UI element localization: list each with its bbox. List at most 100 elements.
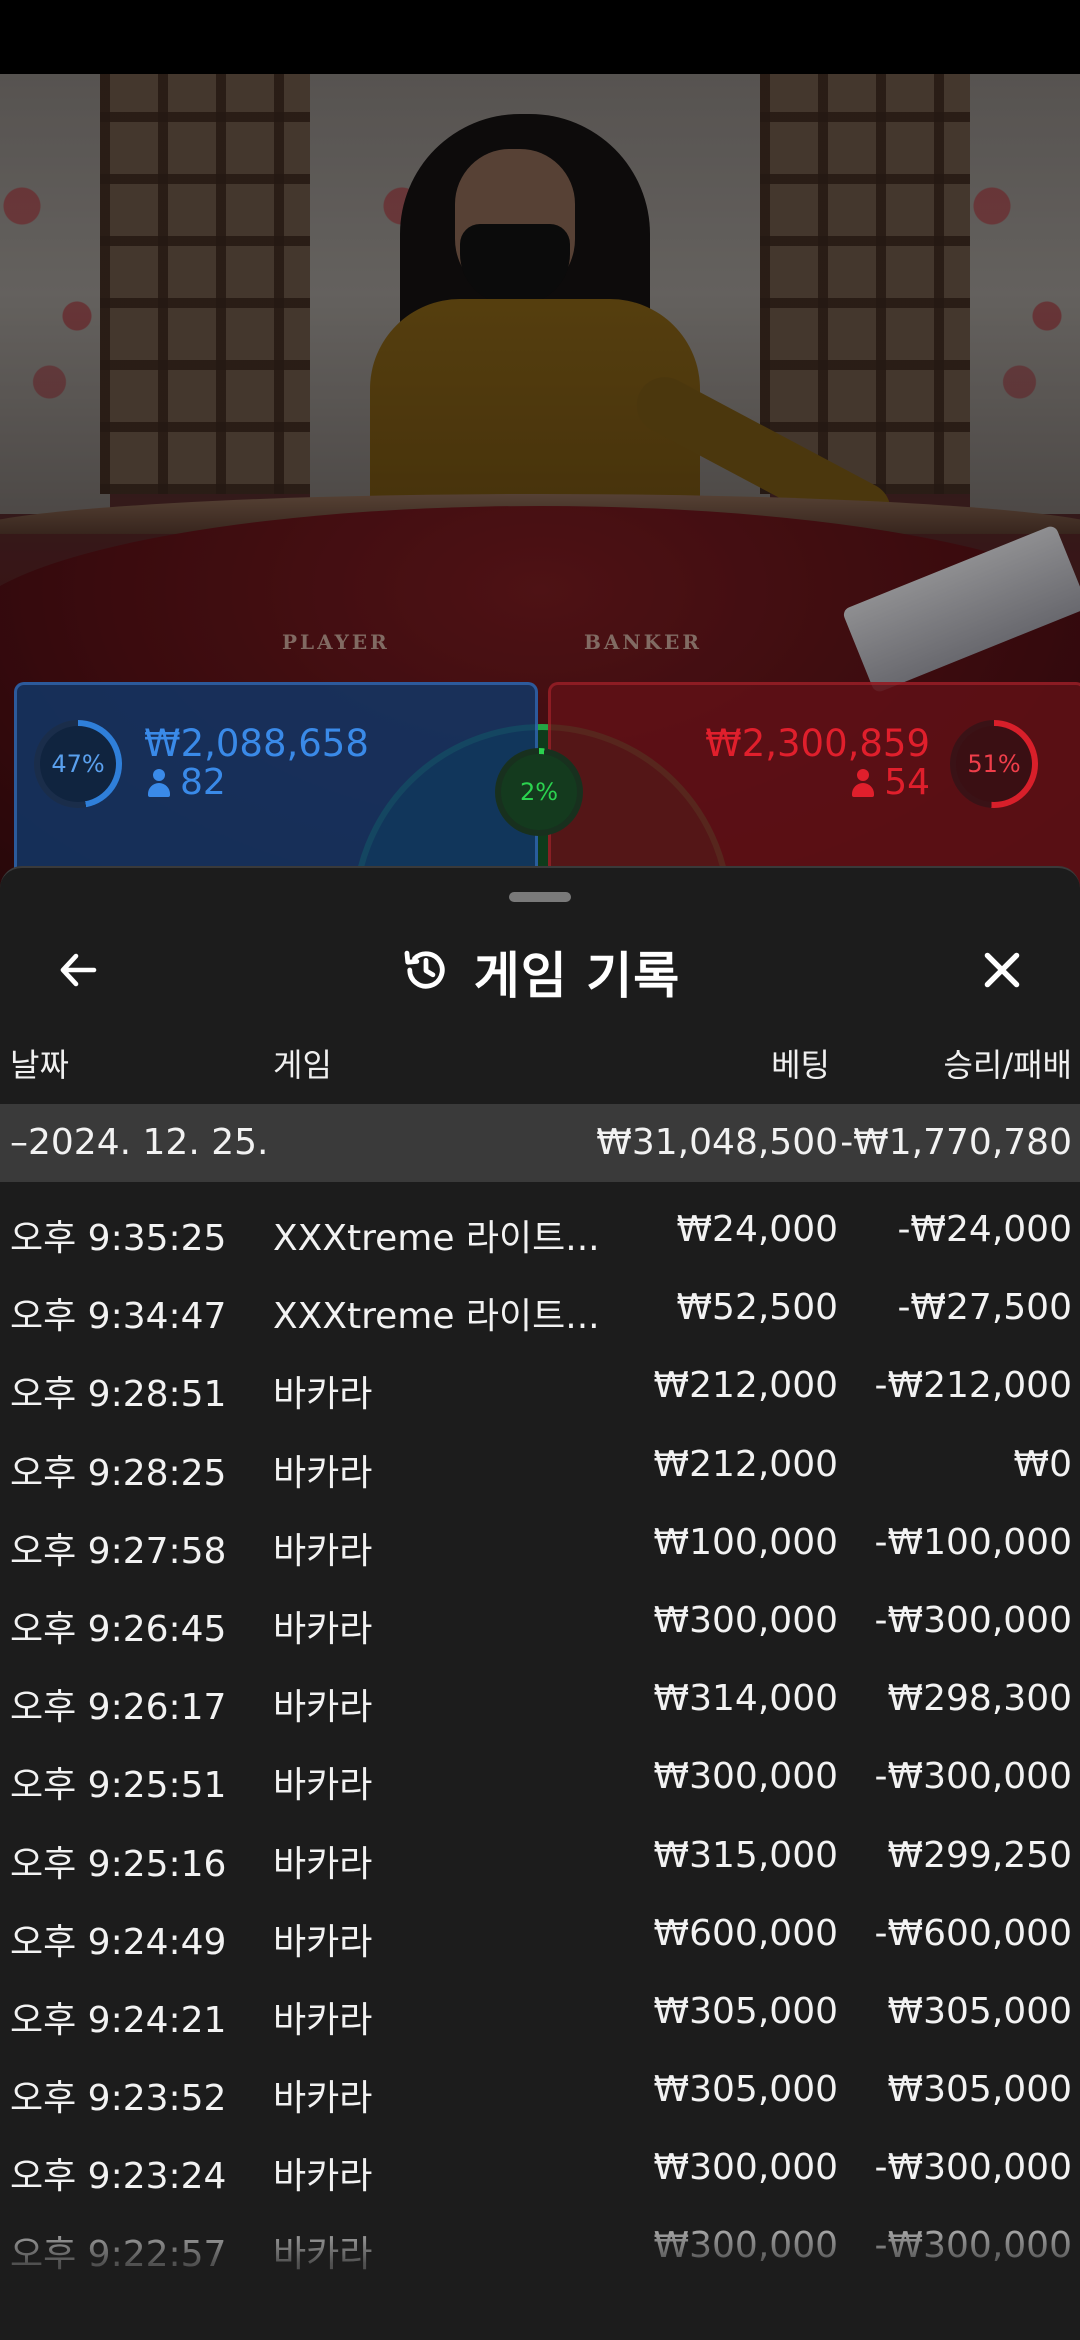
row-result: -₩300,000 — [874, 2225, 1072, 2267]
date-group-result-total: -₩1,770,780 — [840, 1122, 1072, 1163]
row-bet: ₩24,000 — [676, 1209, 838, 1250]
history-icon — [400, 944, 452, 1000]
history-row[interactable]: 오후 9:28:25 바카라 ₩212,000 ₩0 — [0, 1424, 1080, 1502]
history-list: 오후 9:35:25 XXXtreme 라이트... ₩24,000 -₩24,000… — [0, 1189, 1080, 2284]
row-result: ₩305,000 — [887, 2069, 1072, 2111]
row-time: 오후 9:24:21 — [10, 1999, 227, 2041]
history-row[interactable]: 오후 9:22:57 바카라 ₩300,000 -₩300,000 — [0, 2205, 1080, 2283]
banker-percent-ring: 51% — [950, 720, 1038, 808]
row-time: 오후 9:27:58 — [10, 1530, 227, 1572]
row-game: 바카라 — [273, 1608, 373, 1650]
player-bettor-count: 82 — [148, 762, 226, 803]
banker-bettor-count: 54 — [852, 762, 930, 803]
row-result: -₩212,000 — [874, 1365, 1072, 1407]
date-group-bet-total: ₩31,048,500 — [596, 1122, 838, 1163]
person-icon — [148, 768, 170, 797]
sheet-drag-handle[interactable] — [509, 892, 571, 902]
row-time: 오후 9:26:45 — [10, 1608, 227, 1650]
tie-percent: 2% — [519, 778, 559, 806]
row-result: -₩300,000 — [874, 1599, 1072, 1641]
row-time: 오후 9:28:25 — [10, 1452, 227, 1494]
row-time: 오후 9:34:47 — [10, 1296, 227, 1338]
row-result: -₩27,500 — [897, 1287, 1072, 1329]
column-header-result[interactable]: 승리/패배 — [943, 1040, 1072, 1086]
history-row[interactable]: 오후 9:27:58 바카라 ₩100,000 -₩100,000 — [0, 1502, 1080, 1580]
row-time: 오후 9:25:51 — [10, 1765, 227, 1807]
row-bet: ₩52,500 — [676, 1287, 838, 1329]
sheet-header: 게임 기록 — [0, 912, 1080, 1032]
arrow-left-icon — [54, 946, 102, 998]
banker-total-bet: ₩2,300,859 — [705, 722, 930, 765]
history-row[interactable]: 오후 9:24:49 바카라 ₩600,000 -₩600,000 — [0, 1893, 1080, 1971]
row-game: 바카라 — [273, 1374, 373, 1416]
row-time: 오후 9:22:57 — [10, 2234, 227, 2276]
history-row[interactable]: 오후 9:34:47 XXXtreme 라이트... ₩52,500 -₩27,500 — [0, 1267, 1080, 1345]
row-game: 바카라 — [273, 2156, 373, 2198]
row-bet: ₩305,000 — [653, 1990, 838, 2032]
history-row[interactable]: 오후 9:23:52 바카라 ₩305,000 ₩305,000 — [0, 2049, 1080, 2127]
history-row[interactable]: 오후 9:26:17 바카라 ₩314,000 ₩298,300 — [0, 1658, 1080, 1736]
row-time: 오후 9:35:25 — [10, 1218, 227, 1259]
row-result: ₩0 — [1013, 1443, 1073, 1485]
row-time: 오후 9:25:16 — [10, 1843, 227, 1885]
column-header-date[interactable]: 날짜 — [10, 1040, 69, 1086]
sheet-title: 게임 기록 — [473, 947, 681, 1005]
row-game: 바카라 — [273, 1921, 373, 1963]
history-row[interactable]: 오후 9:28:51 바카라 ₩212,000 -₩212,000 — [0, 1345, 1080, 1423]
person-icon — [852, 768, 875, 797]
row-result: -₩300,000 — [874, 2147, 1072, 2189]
back-button[interactable] — [40, 934, 116, 1010]
row-bet: ₩212,000 — [653, 1443, 838, 1485]
history-row[interactable]: 오후 9:26:45 바카라 ₩300,000 -₩300,000 — [0, 1580, 1080, 1658]
row-result: ₩299,250 — [887, 1834, 1072, 1876]
row-time: 오후 9:23:52 — [10, 2078, 227, 2120]
row-result: -₩100,000 — [874, 1521, 1072, 1563]
player-percent: 47% — [51, 750, 105, 778]
row-result: -₩600,000 — [874, 1912, 1072, 1954]
player-percent-ring: 47% — [34, 720, 122, 808]
row-result: -₩24,000 — [897, 1209, 1072, 1250]
row-game: 바카라 — [273, 1530, 373, 1572]
player-total-bet: ₩2,088,658 — [144, 722, 369, 765]
tie-percent-ring: 2% — [495, 748, 583, 836]
row-game: 바카라 — [273, 1687, 373, 1729]
column-header-game[interactable]: 게임 — [273, 1040, 332, 1086]
history-row[interactable]: 오후 9:25:16 바카라 ₩315,000 ₩299,250 — [0, 1815, 1080, 1893]
row-game: 바카라 — [273, 1452, 373, 1494]
row-bet: ₩300,000 — [653, 2225, 838, 2267]
row-bet: ₩314,000 — [653, 1678, 838, 1720]
history-row[interactable]: 오후 9:23:24 바카라 ₩300,000 -₩300,000 — [0, 2127, 1080, 2205]
row-result: ₩298,300 — [887, 1678, 1072, 1720]
row-game: 바카라 — [273, 1765, 373, 1807]
app-root: { "video": { "player_label": "PLAYER", "… — [0, 0, 1080, 2340]
row-bet: ₩305,000 — [653, 2069, 838, 2111]
row-bet: ₩100,000 — [653, 1521, 838, 1563]
row-bet: ₩600,000 — [653, 1912, 838, 1954]
history-row[interactable]: 오후 9:35:25 XXXtreme 라이트... ₩24,000 -₩24,000 — [0, 1189, 1080, 1267]
row-time: 오후 9:26:17 — [10, 1687, 227, 1729]
row-bet: ₩315,000 — [653, 1834, 838, 1876]
column-header-bet[interactable]: 베팅 — [771, 1040, 830, 1086]
row-game: XXXtreme 라이트... — [273, 1218, 600, 1259]
row-time: 오후 9:28:51 — [10, 1374, 227, 1416]
row-time: 오후 9:24:49 — [10, 1921, 227, 1963]
date-group-row[interactable]: –2024. 12. 25. ₩31,048,500 -₩1,770,780 — [0, 1104, 1080, 1182]
row-game: 바카라 — [273, 2078, 373, 2120]
row-bet: ₩212,000 — [653, 1365, 838, 1407]
row-bet: ₩300,000 — [653, 2147, 838, 2189]
history-row[interactable]: 오후 9:25:51 바카라 ₩300,000 -₩300,000 — [0, 1736, 1080, 1814]
row-bet: ₩300,000 — [653, 1599, 838, 1641]
row-bet: ₩300,000 — [653, 1756, 838, 1798]
row-game: XXXtreme 라이트... — [273, 1296, 600, 1338]
row-result: ₩305,000 — [887, 1990, 1072, 2032]
row-game: 바카라 — [273, 2234, 373, 2276]
history-row[interactable]: 오후 9:24:21 바카라 ₩305,000 ₩305,000 — [0, 1971, 1080, 2049]
row-game: 바카라 — [273, 1843, 373, 1885]
row-game: 바카라 — [273, 1999, 373, 2041]
date-group-date: –2024. 12. 25. — [10, 1122, 269, 1163]
row-result: -₩300,000 — [874, 1756, 1072, 1798]
close-icon — [977, 945, 1027, 999]
row-time: 오후 9:23:24 — [10, 2156, 227, 2198]
banker-percent: 51% — [967, 750, 1021, 778]
close-button[interactable] — [964, 934, 1040, 1010]
